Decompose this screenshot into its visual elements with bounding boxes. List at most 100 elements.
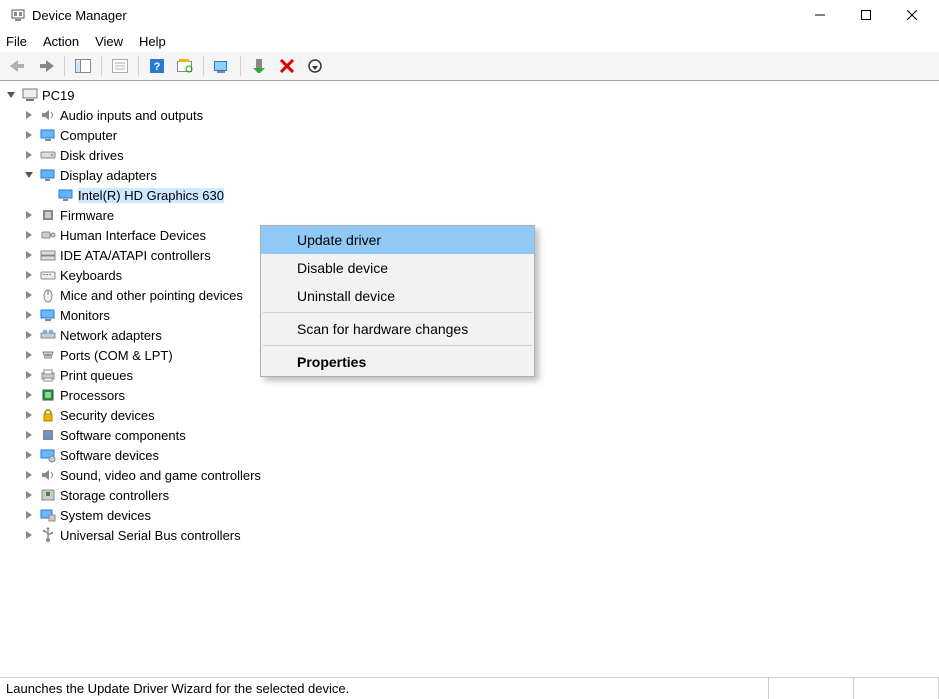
status-text: Launches the Update Driver Wizard for th… xyxy=(0,678,769,699)
tree-node-swcomp[interactable]: Software components xyxy=(0,425,939,445)
chevron-right-icon[interactable] xyxy=(22,148,36,162)
ide-icon xyxy=(40,247,56,263)
tree-node-swdev[interactable]: Software devices xyxy=(0,445,939,465)
chevron-right-icon[interactable] xyxy=(22,328,36,342)
toolbar-separator xyxy=(240,56,241,76)
tree-node-display[interactable]: Display adapters xyxy=(0,165,939,185)
node-label: Mice and other pointing devices xyxy=(60,288,243,303)
disable-device-button[interactable] xyxy=(303,55,327,77)
toolbar-separator xyxy=(138,56,139,76)
node-label: Software components xyxy=(60,428,186,443)
chevron-right-icon[interactable] xyxy=(22,388,36,402)
context-disable-device[interactable]: Disable device xyxy=(261,254,534,282)
minimize-button[interactable] xyxy=(797,0,843,30)
tree-node-storage[interactable]: Storage controllers xyxy=(0,485,939,505)
system-icon xyxy=(40,507,56,523)
chip-icon xyxy=(40,207,56,223)
node-label: Processors xyxy=(60,388,125,403)
tree-node-disk[interactable]: Disk drives xyxy=(0,145,939,165)
monitor-icon xyxy=(40,127,56,143)
node-label: IDE ATA/ATAPI controllers xyxy=(60,248,211,263)
scan-hardware-button[interactable] xyxy=(173,55,197,77)
back-button[interactable] xyxy=(6,55,30,77)
node-label: Display adapters xyxy=(60,168,157,183)
cpu-icon xyxy=(40,387,56,403)
tree-node-gpu[interactable]: Intel(R) HD Graphics 630 xyxy=(0,185,939,205)
chevron-right-icon[interactable] xyxy=(22,228,36,242)
tree-node-system[interactable]: System devices xyxy=(0,505,939,525)
node-label: Sound, video and game controllers xyxy=(60,468,261,483)
speaker-icon xyxy=(40,467,56,483)
tree-node-computer[interactable]: Computer xyxy=(0,125,939,145)
chevron-right-icon[interactable] xyxy=(22,488,36,502)
tree-node-proc[interactable]: Processors xyxy=(0,385,939,405)
menu-file[interactable]: File xyxy=(6,34,27,49)
monitor-icon xyxy=(40,307,56,323)
chevron-right-icon[interactable] xyxy=(22,408,36,422)
context-scan-hardware[interactable]: Scan for hardware changes xyxy=(261,315,534,343)
computer-icon xyxy=(22,87,38,103)
node-label: Network adapters xyxy=(60,328,162,343)
node-label: Storage controllers xyxy=(60,488,169,503)
display-adapter-icon xyxy=(58,187,74,203)
chevron-right-icon[interactable] xyxy=(22,208,36,222)
tree-node-firmware[interactable]: Firmware xyxy=(0,205,939,225)
context-update-driver[interactable]: Update driver xyxy=(261,226,534,254)
properties-button[interactable] xyxy=(210,55,234,77)
help-button[interactable]: ? xyxy=(145,55,169,77)
chevron-right-icon[interactable] xyxy=(22,128,36,142)
node-label: Disk drives xyxy=(60,148,124,163)
update-driver-button[interactable] xyxy=(247,55,271,77)
tree-root[interactable]: PC19 xyxy=(0,85,939,105)
show-hide-console-button[interactable] xyxy=(71,55,95,77)
chevron-right-icon[interactable] xyxy=(22,448,36,462)
context-menu: Update driver Disable device Uninstall d… xyxy=(260,225,535,377)
close-button[interactable] xyxy=(889,0,935,30)
hid-icon xyxy=(40,227,56,243)
chevron-right-icon[interactable] xyxy=(22,308,36,322)
tree-node-audio[interactable]: Audio inputs and outputs xyxy=(0,105,939,125)
menu-help[interactable]: Help xyxy=(139,34,166,49)
chevron-right-icon[interactable] xyxy=(22,288,36,302)
forward-button[interactable] xyxy=(34,55,58,77)
chevron-down-icon[interactable] xyxy=(22,168,36,182)
options-button[interactable] xyxy=(108,55,132,77)
chevron-right-icon[interactable] xyxy=(22,268,36,282)
port-icon xyxy=(40,347,56,363)
node-label: Monitors xyxy=(60,308,110,323)
menu-separator xyxy=(263,345,532,346)
chevron-right-icon[interactable] xyxy=(22,508,36,522)
node-label: Human Interface Devices xyxy=(60,228,206,243)
uninstall-device-button[interactable] xyxy=(275,55,299,77)
chevron-right-icon[interactable] xyxy=(22,428,36,442)
chevron-right-icon[interactable] xyxy=(22,248,36,262)
node-label: Computer xyxy=(60,128,117,143)
menu-view[interactable]: View xyxy=(95,34,123,49)
node-label: Audio inputs and outputs xyxy=(60,108,203,123)
node-label: Security devices xyxy=(60,408,155,423)
chevron-right-icon[interactable] xyxy=(22,348,36,362)
software-component-icon xyxy=(40,427,56,443)
chevron-right-icon[interactable] xyxy=(22,108,36,122)
context-properties[interactable]: Properties xyxy=(261,348,534,376)
status-cell xyxy=(854,678,939,699)
tree-node-security[interactable]: Security devices xyxy=(0,405,939,425)
tree-node-sound[interactable]: Sound, video and game controllers xyxy=(0,465,939,485)
context-uninstall-device[interactable]: Uninstall device xyxy=(261,282,534,310)
chevron-right-icon[interactable] xyxy=(22,468,36,482)
chevron-down-icon[interactable] xyxy=(4,88,18,102)
status-cell xyxy=(769,678,854,699)
lock-icon xyxy=(40,407,56,423)
toolbar: ? xyxy=(0,52,939,80)
chevron-right-icon[interactable] xyxy=(22,368,36,382)
maximize-button[interactable] xyxy=(843,0,889,30)
menu-action[interactable]: Action xyxy=(43,34,79,49)
display-adapter-icon xyxy=(40,167,56,183)
node-label: Print queues xyxy=(60,368,133,383)
toolbar-separator xyxy=(203,56,204,76)
chevron-right-icon[interactable] xyxy=(22,528,36,542)
svg-text:?: ? xyxy=(154,61,161,73)
usb-icon xyxy=(40,527,56,543)
title-bar: Device Manager xyxy=(0,0,939,30)
tree-node-usb[interactable]: Universal Serial Bus controllers xyxy=(0,525,939,545)
